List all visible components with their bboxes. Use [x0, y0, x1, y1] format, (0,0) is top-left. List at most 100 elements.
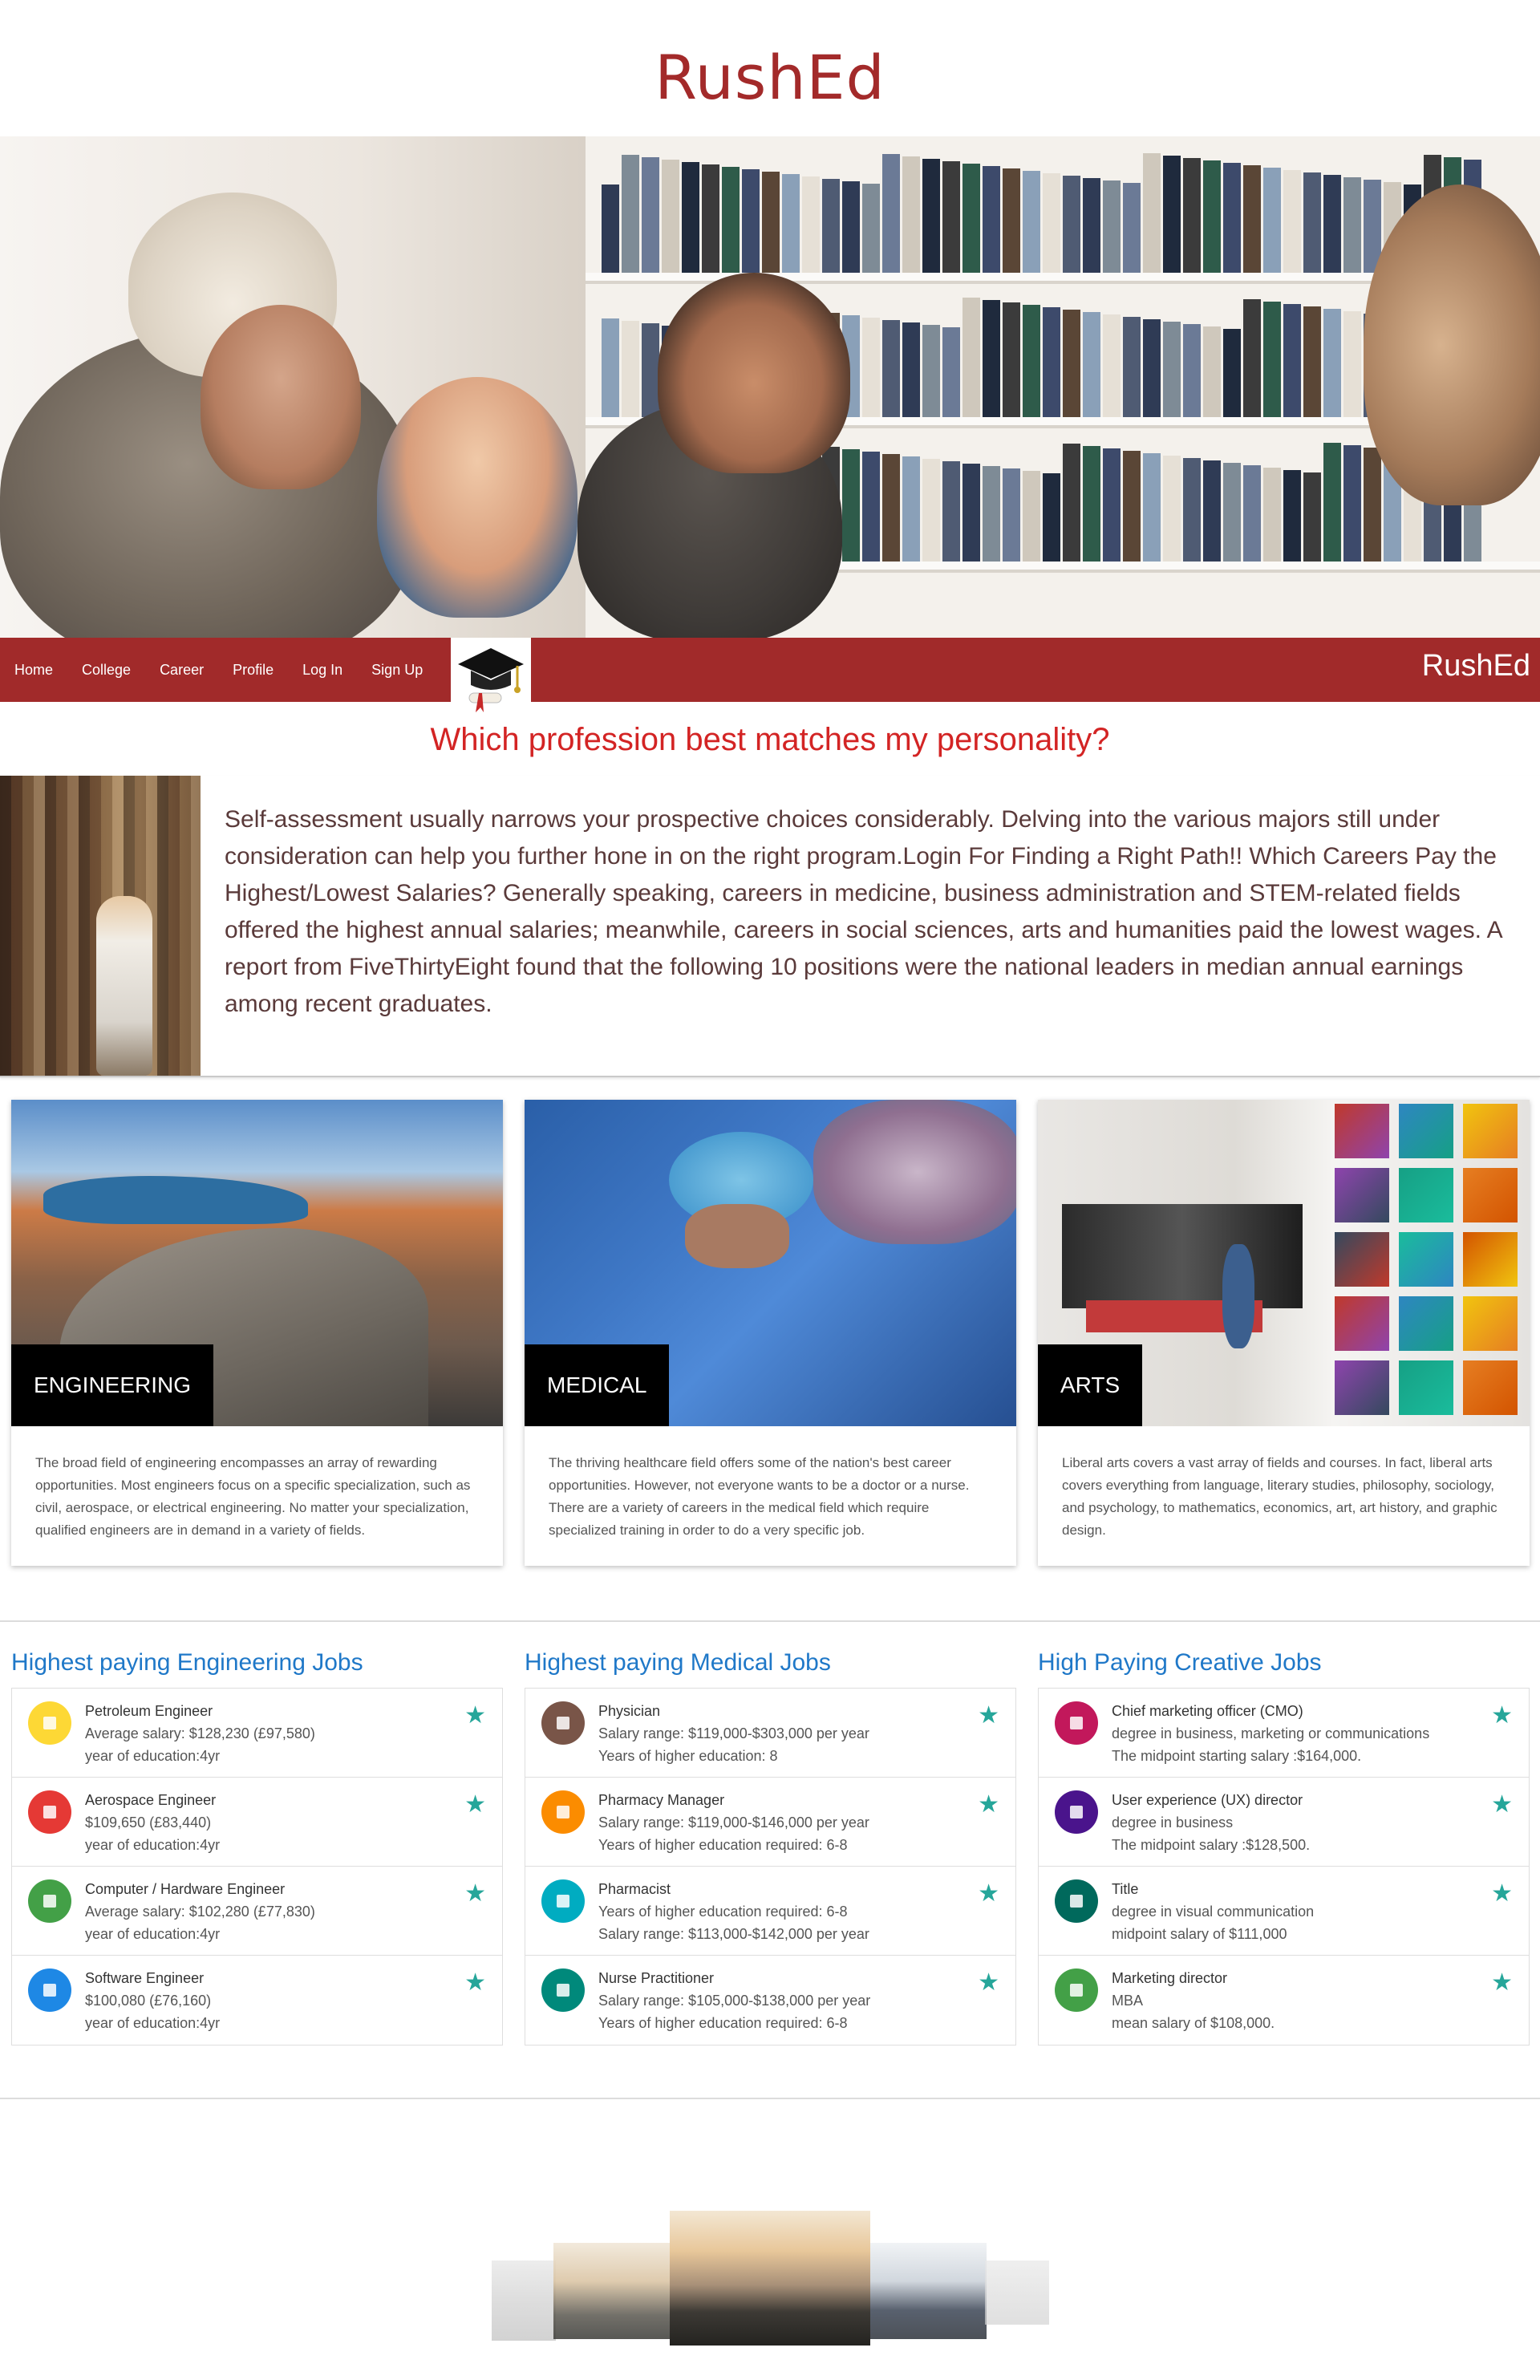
engineering-jobs-list: Highest paying Engineering Jobs Petroleu… [11, 1649, 503, 2046]
divider [0, 1620, 1540, 1622]
nav-brand[interactable]: RushEd [1422, 649, 1530, 683]
nav-menu: Home College Career Profile Log In Sign … [0, 638, 437, 702]
list-item[interactable]: Pharmacist Years of higher education requ… [525, 1867, 1015, 1956]
card-description: Liberal arts covers a vast array of fiel… [1062, 1455, 1497, 1538]
job-title: Aerospace Engineer [85, 1792, 217, 1808]
list-heading: High Paying Creative Jobs [1038, 1649, 1322, 1676]
library-image [0, 776, 201, 1076]
carousel-slide[interactable] [553, 2243, 672, 2339]
chart-icon [541, 1968, 585, 2012]
list-item[interactable]: Pharmacy Manager Salary range: $119,000-$… [525, 1778, 1015, 1867]
list-item[interactable]: Software Engineer $100,080 (£76,160) year … [12, 1956, 502, 2045]
nav-profile[interactable]: Profile [218, 662, 288, 679]
chart-icon [28, 1879, 71, 1923]
job-detail: Average salary: $128,230 (£97,580) [85, 1725, 315, 1741]
job-title: Computer / Hardware Engineer [85, 1881, 286, 1897]
folder-icon [1055, 1790, 1098, 1834]
star-icon[interactable]: ★ [978, 1968, 999, 1997]
job-detail: year of education:4yr [85, 1748, 221, 1764]
nav-signup[interactable]: Sign Up [357, 662, 437, 679]
carousel-slide[interactable] [870, 2243, 987, 2339]
star-icon[interactable]: ★ [1491, 1968, 1513, 1997]
job-detail: The midpoint starting salary :$164,000. [1112, 1748, 1362, 1764]
nav-career[interactable]: Career [145, 662, 218, 679]
main-navbar: Home College Career Profile Log In Sign … [0, 638, 1540, 718]
card-label: MEDICAL [525, 1344, 670, 1426]
carousel-slide[interactable] [670, 2211, 870, 2346]
star-icon[interactable]: ★ [1491, 1701, 1513, 1729]
job-detail: The midpoint salary :$128,500. [1112, 1837, 1311, 1853]
chart-icon [28, 1968, 71, 2012]
star-icon[interactable]: ★ [978, 1879, 999, 1908]
card-description: The thriving healthcare field offers som… [549, 1455, 970, 1538]
star-icon[interactable]: ★ [464, 1879, 486, 1908]
image-carousel[interactable] [0, 2211, 1540, 2363]
chart-icon [541, 1790, 585, 1834]
job-detail: $109,650 (£83,440) [85, 1814, 212, 1831]
job-detail: Salary range: $119,000-$303,000 per year [598, 1725, 869, 1741]
job-detail: Years of higher education: 8 [598, 1748, 778, 1764]
star-icon[interactable]: ★ [978, 1790, 999, 1818]
card-label: ENGINEERING [11, 1344, 214, 1426]
list-item[interactable]: Nurse Practitioner Salary range: $105,000… [525, 1956, 1015, 2045]
arts-image: ARTS [1038, 1100, 1530, 1426]
medical-card[interactable]: MEDICAL The thriving healthcare field of… [525, 1100, 1016, 1566]
divider [0, 2098, 1540, 2099]
section-heading: Which profession best matches my persona… [430, 722, 1110, 757]
chart-icon [541, 1879, 585, 1923]
nav-college[interactable]: College [67, 662, 145, 679]
star-icon[interactable]: ★ [1491, 1879, 1513, 1908]
engineering-card[interactable]: ENGINEERING The broad field of engineeri… [11, 1100, 503, 1566]
job-title: Software Engineer [85, 1970, 205, 1986]
job-title: Physician [598, 1703, 661, 1719]
list-item[interactable]: Physician Salary range: $119,000-$303,000… [525, 1689, 1015, 1778]
medical-jobs-list: Highest paying Medical Jobs Physician Sal… [525, 1649, 1016, 2046]
chart-icon [1055, 1879, 1098, 1923]
star-icon[interactable]: ★ [464, 1701, 486, 1729]
job-title: User experience (UX) director [1112, 1792, 1303, 1808]
list-heading: Highest paying Engineering Jobs [11, 1649, 363, 1676]
chart-icon [28, 1790, 71, 1834]
list-item[interactable]: User experience (UX) director degree in b… [1039, 1778, 1529, 1867]
star-icon[interactable]: ★ [464, 1968, 486, 1997]
list-item[interactable]: Computer / Hardware Engineer Average sala… [12, 1867, 502, 1956]
star-icon[interactable]: ★ [1491, 1790, 1513, 1818]
site-title: RushEd [654, 42, 886, 113]
job-title: Title [1112, 1881, 1139, 1897]
job-detail: Salary range: $113,000-$142,000 per year [598, 1926, 869, 1942]
list-item[interactable]: Marketing director MBA mean salary of $108… [1039, 1956, 1529, 2045]
job-detail: degree in visual communication [1112, 1904, 1315, 1920]
list-item[interactable]: Chief marketing officer (CMO) degree in b… [1039, 1689, 1529, 1778]
carousel-slide[interactable] [492, 2260, 556, 2341]
job-detail: year of education:4yr [85, 1926, 221, 1942]
job-detail: Years of higher education required: 6-8 [598, 1837, 848, 1853]
star-icon[interactable]: ★ [464, 1790, 486, 1818]
list-heading: Highest paying Medical Jobs [525, 1649, 831, 1676]
chart-icon [541, 1701, 585, 1745]
job-detail: mean salary of $108,000. [1112, 2015, 1275, 2031]
chart-icon [1055, 1968, 1098, 2012]
arts-card[interactable]: ARTS Liberal arts covers a vast array of… [1038, 1100, 1530, 1566]
card-label: ARTS [1038, 1344, 1143, 1426]
job-detail: degree in business, marketing or communi… [1112, 1725, 1430, 1741]
card-description: The broad field of engineering encompass… [35, 1455, 471, 1538]
engineering-image: ENGINEERING [11, 1100, 503, 1426]
job-detail: Salary range: $119,000-$146,000 per year [598, 1814, 869, 1831]
list-item[interactable]: Title degree in visual communication midpo… [1039, 1867, 1529, 1956]
star-icon[interactable]: ★ [978, 1701, 999, 1729]
job-title: Marketing director [1112, 1970, 1228, 1986]
list-item[interactable]: Petroleum Engineer Average salary: $128,2… [12, 1689, 502, 1778]
chart-icon [1055, 1701, 1098, 1745]
job-detail: midpoint salary of $111,000 [1112, 1926, 1287, 1942]
list-item[interactable]: Aerospace Engineer $109,650 (£83,440) year… [12, 1778, 502, 1867]
carousel-slide[interactable] [985, 2260, 1049, 2325]
job-detail: Years of higher education required: 6-8 [598, 2015, 848, 2031]
job-title: Pharmacy Manager [598, 1792, 725, 1808]
hero-image [0, 136, 1540, 638]
job-detail: Years of higher education required: 6-8 [598, 1904, 848, 1920]
creative-jobs-list: High Paying Creative Jobs Chief marketin… [1038, 1649, 1530, 2046]
graduation-cap-icon[interactable] [451, 638, 531, 718]
nav-home[interactable]: Home [0, 662, 67, 679]
nav-login[interactable]: Log In [288, 662, 357, 679]
intro-section: Self-assessment usually narrows your pro… [0, 776, 1540, 1077]
